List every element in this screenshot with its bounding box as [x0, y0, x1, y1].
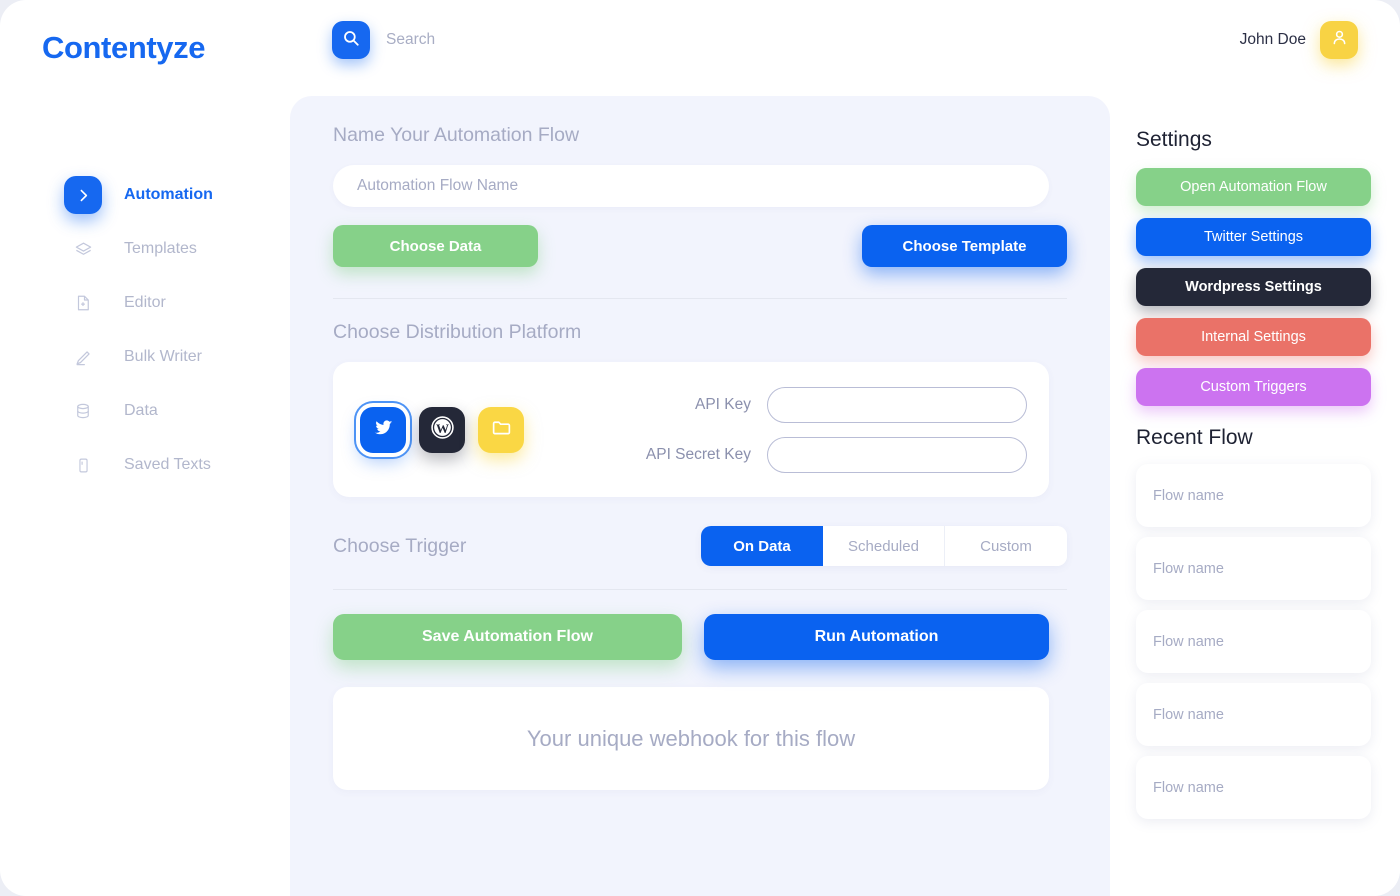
sidebar-item-label: Bulk Writer	[124, 348, 202, 365]
chevron-right-icon	[64, 176, 102, 214]
twitter-icon	[373, 417, 394, 443]
book-icon	[64, 446, 102, 484]
svg-text:W: W	[435, 420, 448, 435]
sidebar-item-automation[interactable]: Automation	[0, 168, 290, 222]
trigger-option-on-data[interactable]: On Data	[701, 526, 823, 566]
platform-icon-group: W	[333, 406, 524, 453]
api-key-row: API Key	[646, 386, 1027, 423]
template-button-row: Choose Data Choose Template	[333, 225, 1067, 267]
recent-flow-item[interactable]: Flow name	[1136, 537, 1371, 600]
user-name: John Doe	[1239, 31, 1306, 48]
folder-icon	[491, 417, 512, 443]
sidebar-item-data[interactable]: Data	[0, 384, 290, 438]
choose-template-button[interactable]: Choose Template	[862, 225, 1067, 267]
name-section-title: Name Your Automation Flow	[333, 124, 580, 146]
open-automation-flow-button[interactable]: Open Automation Flow	[1136, 168, 1371, 206]
trigger-row: Choose Trigger On Data Scheduled Custom	[333, 525, 1067, 567]
run-automation-button[interactable]: Run Automation	[704, 614, 1049, 660]
divider	[333, 589, 1067, 590]
trigger-option-custom[interactable]: Custom	[945, 526, 1067, 566]
platform-button-folder[interactable]	[478, 406, 524, 453]
main-content-panel: Name Your Automation Flow Choose Data Ch…	[290, 96, 1110, 896]
api-fields: API Key API Secret Key	[645, 386, 1049, 473]
internal-settings-button[interactable]: Internal Settings	[1136, 318, 1371, 356]
api-secret-label: API Secret Key	[645, 445, 751, 463]
divider	[333, 298, 1067, 299]
api-secret-row: API Secret Key	[645, 436, 1027, 473]
search-area: Search	[332, 21, 435, 59]
sidebar-item-saved-texts[interactable]: Saved Texts	[0, 438, 290, 492]
trigger-option-scheduled[interactable]: Scheduled	[823, 526, 945, 566]
wordpress-settings-button[interactable]: Wordpress Settings	[1136, 268, 1371, 306]
top-bar: Contentyze Search John Doe	[0, 0, 1400, 90]
api-key-label: API Key	[695, 395, 751, 413]
user-area[interactable]: John Doe	[1240, 21, 1358, 59]
sidebar-item-label: Editor	[124, 294, 166, 311]
search-button[interactable]	[332, 21, 370, 59]
sidebar-item-bulk-writer[interactable]: Bulk Writer	[0, 330, 290, 384]
twitter-settings-button[interactable]: Twitter Settings	[1136, 218, 1371, 256]
save-automation-flow-button[interactable]: Save Automation Flow	[333, 614, 682, 660]
action-button-row: Save Automation Flow Run Automation	[333, 614, 1067, 660]
sidebar-item-label: Templates	[124, 240, 197, 257]
search-icon	[342, 29, 360, 52]
api-key-input[interactable]	[767, 386, 1027, 423]
custom-triggers-button[interactable]: Custom Triggers	[1136, 368, 1371, 406]
database-icon	[64, 392, 102, 430]
app-window: Contentyze Search John Doe Automation Te…	[0, 0, 1400, 896]
brand-logo: Contentyze	[42, 30, 206, 65]
flow-name-input[interactable]	[333, 165, 1049, 207]
recent-flow-item[interactable]: Flow name	[1136, 464, 1371, 527]
recent-flow-item[interactable]: Flow name	[1136, 683, 1371, 746]
platform-button-wordpress[interactable]: W	[419, 406, 465, 453]
recent-flow-item[interactable]: Flow name	[1136, 610, 1371, 673]
sidebar-item-label: Saved Texts	[124, 456, 211, 473]
recent-flow-heading: Recent Flow	[1136, 426, 1253, 449]
settings-panel: Settings Open Automation Flow Twitter Se…	[1110, 96, 1400, 896]
choose-data-button[interactable]: Choose Data	[333, 225, 538, 267]
settings-heading: Settings	[1136, 128, 1212, 151]
wordpress-icon: W	[430, 415, 455, 445]
sidebar-item-label: Automation	[124, 186, 213, 203]
document-icon	[64, 284, 102, 322]
search-input[interactable]: Search	[386, 31, 435, 49]
avatar[interactable]	[1320, 21, 1358, 59]
sidebar-item-templates[interactable]: Templates	[0, 222, 290, 276]
user-icon	[1330, 28, 1349, 52]
api-secret-input[interactable]	[767, 436, 1027, 473]
platform-card: W API Key API Secret Key	[333, 362, 1049, 497]
platform-section-title: Choose Distribution Platform	[333, 321, 582, 343]
webhook-box[interactable]: Your unique webhook for this flow	[333, 687, 1049, 790]
sidebar-item-editor[interactable]: Editor	[0, 276, 290, 330]
pen-icon	[64, 338, 102, 376]
trigger-label: Choose Trigger	[333, 534, 467, 557]
layers-icon	[64, 230, 102, 268]
sidebar-nav: Automation Templates Editor Bulk Writer	[0, 90, 290, 896]
platform-button-twitter[interactable]	[360, 406, 406, 453]
sidebar-item-label: Data	[124, 402, 158, 419]
trigger-segmented-control: On Data Scheduled Custom	[701, 526, 1067, 566]
recent-flow-item[interactable]: Flow name	[1136, 756, 1371, 819]
